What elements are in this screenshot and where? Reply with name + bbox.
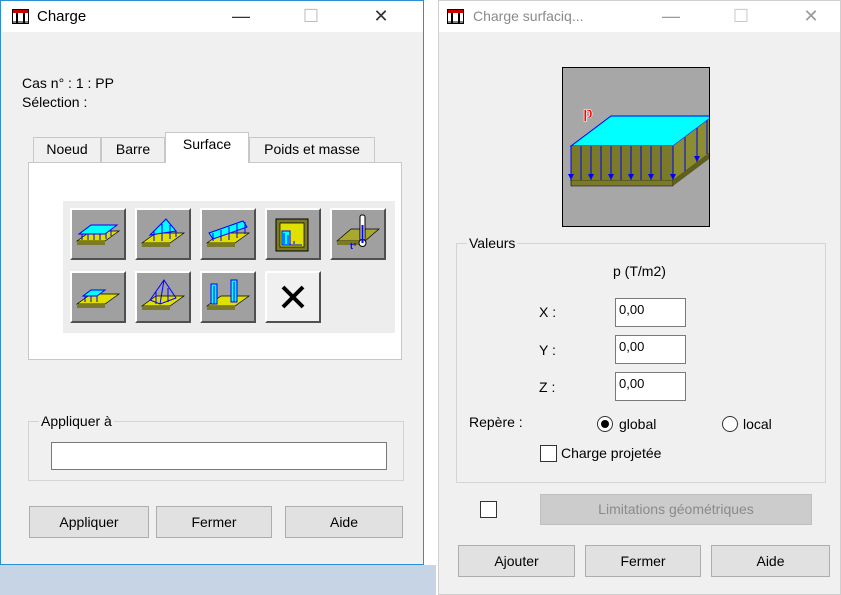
limits-checkbox[interactable]	[480, 501, 497, 518]
title-bar[interactable]: Charge surfaciq... — ☐ ✕	[439, 1, 840, 32]
frame-global-label[interactable]: global	[619, 416, 656, 432]
apply-to-label: Appliquer à	[39, 413, 114, 429]
wall-pressure-load-icon	[275, 218, 309, 252]
selection-label: Sélection :	[22, 94, 88, 110]
minimize-button[interactable]: —	[649, 1, 693, 32]
help-button[interactable]: Aide	[285, 506, 403, 538]
pyramid-load-icon	[140, 279, 186, 310]
minimize-button[interactable]: —	[219, 1, 263, 32]
delete-load-button[interactable]	[265, 271, 321, 323]
edge-load-button[interactable]	[200, 271, 256, 323]
thermal-load-button[interactable]: t°	[330, 208, 386, 260]
surface-load-diagram: p	[568, 105, 715, 187]
tab-barre[interactable]: Barre	[101, 137, 165, 162]
uniform-surface-load-icon	[75, 224, 121, 245]
edge-load-icon	[205, 279, 251, 310]
hydrostatic-load-icon	[140, 218, 186, 247]
linear-surface-load-button[interactable]	[200, 208, 256, 260]
geometric-limits-button[interactable]: Limitations géométriques	[540, 494, 812, 525]
charge-window: Charge — ☐ ✕ Cas n° : 1 : PP Sélection :…	[0, 0, 424, 565]
frame-label: Repère :	[469, 414, 523, 430]
tool-palette: t°	[63, 201, 395, 333]
values-group-label: Valeurs	[467, 235, 518, 251]
apply-to-input[interactable]	[51, 442, 387, 470]
window-title: Charge	[37, 8, 87, 25]
x-value-input[interactable]: 0,00	[615, 298, 686, 327]
svg-text:t°: t°	[350, 241, 357, 251]
close-dialog-button[interactable]: Fermer	[585, 545, 701, 577]
column-header: p (T/m2)	[613, 263, 666, 279]
surface-load-window: Charge surfaciq... — ☐ ✕ p Valeurs p (T/…	[438, 0, 841, 595]
z-label: Z :	[539, 379, 556, 395]
frame-local-label[interactable]: local	[743, 416, 772, 432]
partial-surface-load-button[interactable]	[70, 271, 126, 323]
desktop-background	[0, 565, 436, 595]
z-value-input[interactable]: 0,00	[615, 372, 686, 401]
case-label: Cas n° : 1 : PP	[22, 75, 114, 91]
tab-poids-et-masse[interactable]: Poids et masse	[249, 137, 375, 162]
tab-noeud[interactable]: Noeud	[33, 137, 101, 162]
x-label: X :	[539, 304, 557, 320]
uniform-surface-load-button[interactable]	[70, 208, 126, 260]
close-button[interactable]: ✕	[359, 1, 403, 32]
apply-button[interactable]: Appliquer	[29, 506, 149, 538]
partial-surface-load-icon	[75, 289, 121, 308]
y-label: Y :	[539, 342, 556, 358]
window-title: Charge surfaciq...	[473, 8, 584, 24]
tab-surface[interactable]: Surface	[165, 132, 249, 163]
maximize-button[interactable]: ☐	[289, 1, 333, 32]
maximize-button[interactable]: ☐	[719, 1, 763, 32]
wall-pressure-load-button[interactable]	[265, 208, 321, 260]
pyramid-load-button[interactable]	[135, 271, 191, 323]
load-label-p: p	[583, 105, 593, 122]
close-button[interactable]: ✕	[789, 1, 833, 32]
app-icon	[12, 9, 29, 24]
help-button[interactable]: Aide	[711, 545, 830, 577]
projected-load-checkbox[interactable]	[540, 445, 557, 462]
thermal-load-icon: t°	[336, 214, 380, 251]
load-preview: p	[562, 67, 715, 227]
y-value-input[interactable]: 0,00	[615, 335, 686, 364]
delete-load-icon	[281, 285, 305, 309]
add-button[interactable]: Ajouter	[458, 545, 575, 577]
app-icon	[447, 9, 464, 24]
close-dialog-button[interactable]: Fermer	[156, 506, 272, 538]
linear-surface-load-icon	[205, 220, 251, 247]
frame-local-radio[interactable]	[722, 416, 738, 432]
frame-global-radio[interactable]	[597, 416, 613, 432]
title-bar[interactable]: Charge — ☐ ✕	[1, 1, 423, 32]
hydrostatic-load-button[interactable]	[135, 208, 191, 260]
projected-load-label[interactable]: Charge projetée	[561, 445, 661, 461]
